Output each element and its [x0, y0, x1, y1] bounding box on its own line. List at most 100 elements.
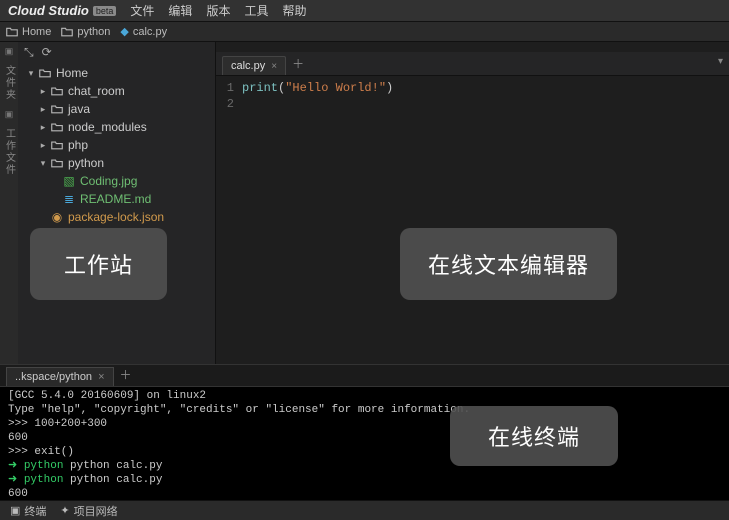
network-icon: ✦ [60, 504, 69, 517]
term-cmd: python calc.py [63, 460, 162, 472]
folder-icon [61, 26, 73, 38]
folder-icon [50, 85, 64, 97]
activity-dot-icon: ▣ [5, 46, 14, 57]
tree-label: node_modules [68, 120, 147, 134]
term-line: 600 [8, 431, 721, 445]
terminal-tab[interactable]: ..kspace/python × [6, 367, 114, 386]
status-bar: ▣ 终端 ✦ 项目网络 [0, 500, 729, 520]
folder-open-icon [38, 67, 52, 79]
terminal[interactable]: [GCC 5.4.0 20160609] on linux2 Type "hel… [0, 387, 729, 500]
chevron-right-icon: ▸ [38, 86, 48, 97]
menu-edit[interactable]: 编辑 [168, 2, 192, 19]
activity-tab-workfiles[interactable]: 工作文件 [2, 128, 17, 176]
crumb-folder-label: python [77, 26, 110, 38]
term-cmd: python calc.py [63, 474, 162, 486]
editor-tabs: calc.py × ＋ [216, 52, 729, 76]
tree-root-label: Home [56, 66, 88, 80]
tree-folder[interactable]: ▸ node_modules [22, 118, 211, 136]
crumb-file[interactable]: ◆ calc.py [120, 25, 167, 38]
folder-icon [50, 103, 64, 115]
brand: Cloud Studio [8, 3, 89, 18]
editor-tab[interactable]: calc.py × [222, 56, 286, 75]
folder-open-icon [50, 157, 64, 169]
term-line: ➜ python python calc.py [8, 459, 721, 473]
tree-root[interactable]: ▾ Home [22, 64, 211, 82]
prompt-path: python [24, 460, 64, 472]
menubar: Cloud Studio beta 文件 编辑 版本 工具 帮助 [0, 0, 729, 22]
collapse-icon[interactable]: ⤡ [24, 45, 34, 60]
json-icon: ◉ [50, 210, 64, 224]
terminal-tabs: ..kspace/python × ＋ [0, 365, 729, 387]
folder-icon [6, 26, 18, 38]
tree-folder[interactable]: ▸ chat_room [22, 82, 211, 100]
chevron-right-icon: ▸ [38, 104, 48, 115]
menu-version[interactable]: 版本 [206, 2, 230, 19]
refresh-icon[interactable]: ⟳ [42, 45, 52, 59]
new-tab-button[interactable]: ＋ [286, 52, 310, 75]
file-tree: ▾ Home ▸ chat_room ▸ java ▸ node_modules [18, 62, 215, 230]
chevron-right-icon: ▸ [38, 140, 48, 151]
tree-folder[interactable]: ▸ php [22, 136, 211, 154]
tree-label: package-lock.json [68, 210, 164, 224]
tree-folder[interactable]: ▸ java [22, 100, 211, 118]
beta-badge: beta [93, 6, 117, 16]
code-token-punc: ) [386, 81, 393, 95]
close-icon[interactable]: × [271, 61, 277, 72]
status-network[interactable]: ✦ 项目网络 [60, 503, 117, 519]
folder-icon [50, 121, 64, 133]
terminal-panel: ..kspace/python × ＋ [GCC 5.4.0 20160609]… [0, 364, 729, 500]
menu-help[interactable]: 帮助 [282, 2, 306, 19]
tree-file[interactable]: ◉ package-lock.json [22, 208, 211, 226]
editor-area: calc.py × ＋ ▾ 1 print("Hello World!") 2 [216, 42, 729, 364]
line-number: 1 [216, 80, 242, 96]
editor-tab-label: calc.py [231, 60, 265, 72]
status-terminal-label: 终端 [24, 503, 46, 519]
tree-label: Coding.jpg [80, 174, 137, 188]
menu-tool[interactable]: 工具 [244, 2, 268, 19]
term-line: >>> 100+200+300 [8, 417, 721, 431]
markdown-icon: ≣ [62, 192, 76, 206]
activity-bar: ▣ 文件夹 ▣ 工作文件 [0, 42, 18, 364]
folder-icon [50, 139, 64, 151]
chevron-down-icon: ▾ [26, 68, 36, 79]
tree-label: python [68, 156, 104, 170]
explorer: ⤡ ⟳ ▾ Home ▸ chat_room ▸ java ▸ [18, 42, 216, 364]
term-line: 600 [8, 487, 721, 500]
menu-file[interactable]: 文件 [130, 2, 154, 19]
terminal-icon: ▣ [10, 504, 20, 517]
status-network-label: 项目网络 [74, 503, 118, 519]
code-token-fn: print [242, 81, 278, 95]
chevron-down-icon: ▾ [38, 158, 48, 169]
line-number: 2 [216, 96, 242, 112]
term-line: >>> exit() [8, 445, 721, 459]
prompt-path: python [24, 474, 64, 486]
tree-label: java [68, 102, 90, 116]
tree-file[interactable]: ≣ README.md [22, 190, 211, 208]
breadcrumb: Home python ◆ calc.py [0, 22, 729, 42]
chevron-right-icon: ▸ [38, 122, 48, 133]
activity-tab-files[interactable]: 文件夹 [2, 65, 17, 101]
term-line: ➜ python python calc.py [8, 473, 721, 487]
close-icon[interactable]: × [98, 371, 104, 383]
term-line: [GCC 5.4.0 20160609] on linux2 [8, 389, 721, 403]
chevron-down-icon[interactable]: ▾ [718, 56, 723, 67]
tree-label: chat_room [68, 84, 125, 98]
term-line: Type "help", "copyright", "credits" or "… [8, 403, 721, 417]
explorer-toolbar: ⤡ ⟳ [18, 42, 215, 62]
crumb-home[interactable]: Home [6, 26, 51, 38]
crumb-folder[interactable]: python [61, 26, 110, 38]
tree-folder[interactable]: ▾ python [22, 154, 211, 172]
tree-file[interactable]: ▧ Coding.jpg [22, 172, 211, 190]
new-terminal-button[interactable]: ＋ [114, 363, 138, 386]
code-line: 1 print("Hello World!") [216, 80, 729, 96]
code-token-str: "Hello World!" [285, 81, 386, 95]
activity-dot-icon: ▣ [5, 109, 14, 120]
status-terminal[interactable]: ▣ 终端 [10, 503, 46, 519]
code-editor[interactable]: 1 print("Hello World!") 2 [216, 76, 729, 112]
crumb-file-label: calc.py [133, 26, 167, 38]
python-icon: ◆ [120, 25, 128, 38]
terminal-tab-label: ..kspace/python [15, 371, 92, 383]
crumb-home-label: Home [22, 26, 51, 38]
prompt-arrow-icon: ➜ [8, 474, 24, 486]
code-line: 2 [216, 96, 729, 112]
